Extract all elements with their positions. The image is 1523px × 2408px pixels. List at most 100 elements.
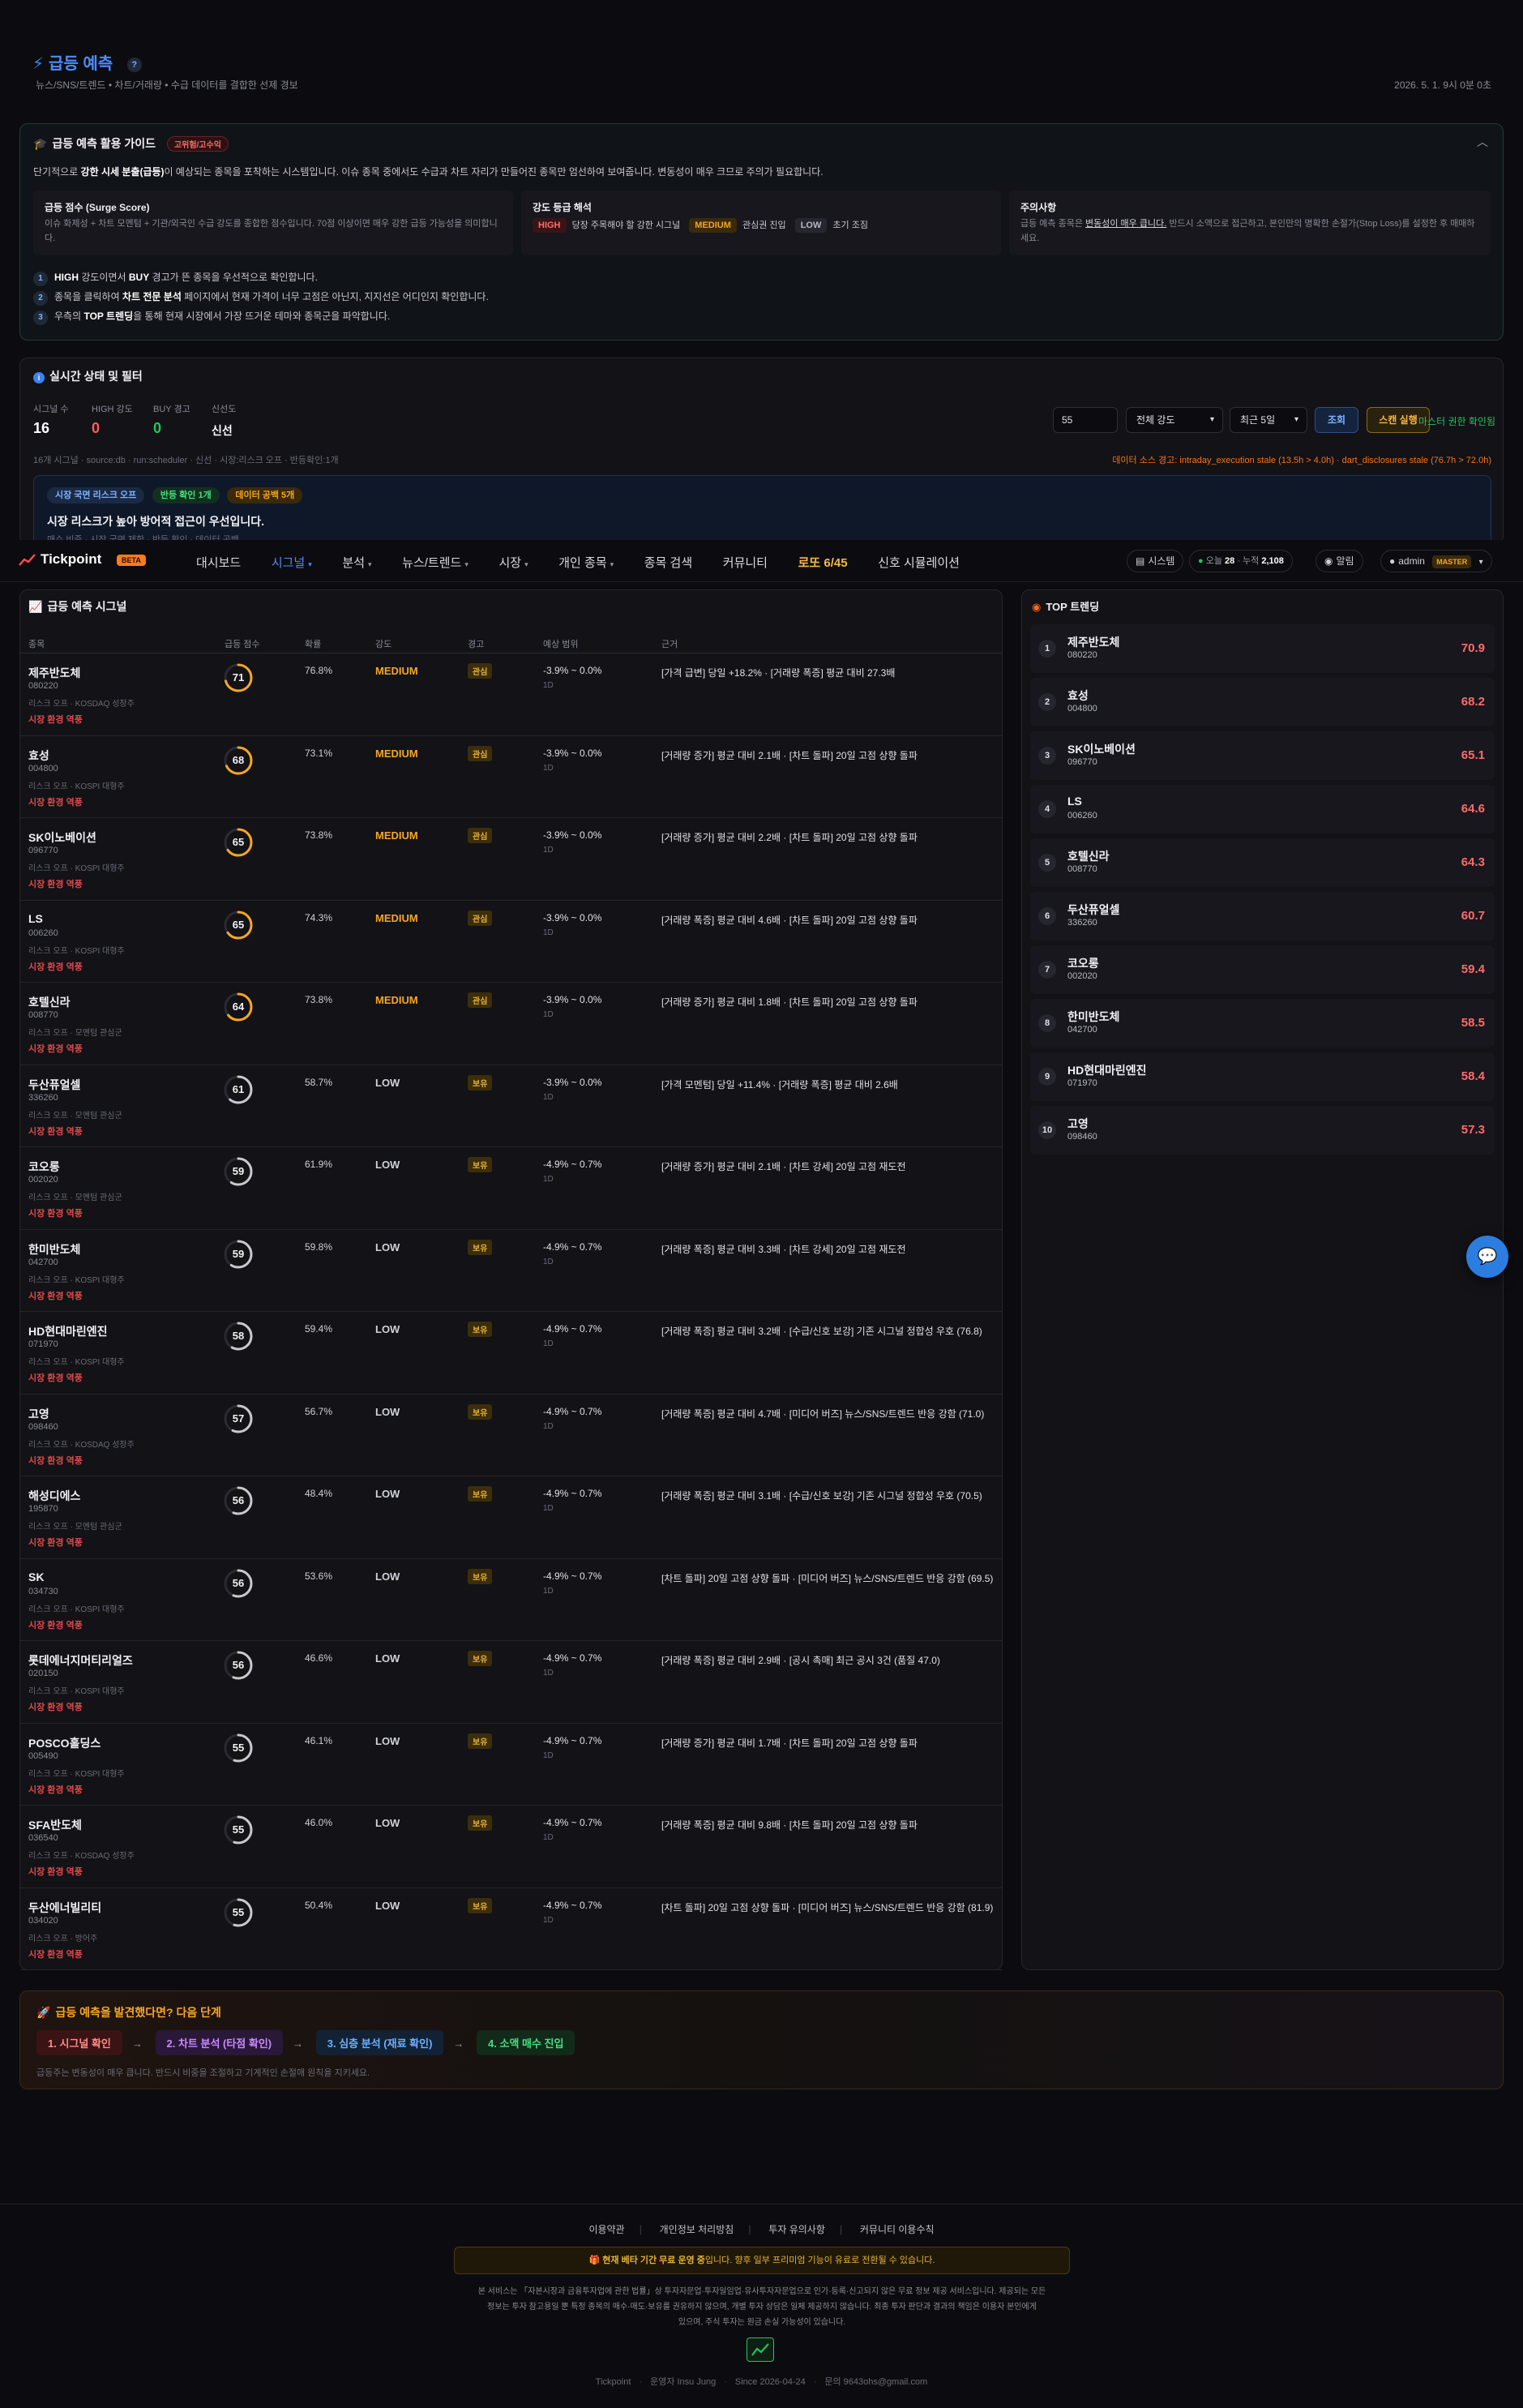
- trending-item[interactable]: 6 두산퓨얼셀 336260 60.7: [1030, 892, 1495, 940]
- stock-name[interactable]: SFA반도체: [28, 1817, 82, 1833]
- env-warning: 시장 환경 역풍: [28, 1703, 83, 1712]
- nav-stock-search[interactable]: 종목 검색: [644, 554, 692, 571]
- table-row[interactable]: POSCO홀딩스 005490 리스크 오프 · KOSPI 대형주 시장 환경 역풍…: [20, 1724, 1002, 1806]
- nav-analysis[interactable]: 분석 ▾: [342, 554, 371, 571]
- warning-badge: 관심: [468, 992, 493, 1008]
- env-warning: 시장 환경 역풍: [28, 1044, 83, 1054]
- investment-notice-link[interactable]: 투자 유의사항: [768, 2222, 825, 2236]
- alarm-button[interactable]: ◉ 알림: [1316, 550, 1363, 572]
- logo[interactable]: Tickpoint BETA: [18, 551, 146, 568]
- table-row[interactable]: 한미반도체 042700 리스크 오프 · KOSPI 대형주 시장 환경 역풍 59 5…: [20, 1230, 1002, 1312]
- surge-score: 55: [232, 1823, 245, 1836]
- master-permission-text: 마스터 권한 확인됨: [1418, 416, 1495, 427]
- expected-range: -4.9% ~ 0.7%: [543, 1899, 602, 1911]
- trending-name: 호텔신라: [1067, 850, 1110, 863]
- table-row[interactable]: 해성디에스 195870 리스크 오프 · 모멘텀 관심군 시장 환경 역풍 56 48.…: [20, 1476, 1002, 1559]
- nav-lotto[interactable]: 로또 6/45: [798, 554, 848, 571]
- stock-name[interactable]: SK: [28, 1570, 44, 1583]
- system-button[interactable]: ▤ 시스템: [1127, 550, 1184, 572]
- surge-score: 61: [232, 1082, 245, 1095]
- chart-up-icon: 📈: [28, 600, 43, 613]
- terms-link[interactable]: 이용약관: [588, 2222, 624, 2236]
- user-menu[interactable]: ● admin MASTER ▾: [1380, 550, 1492, 572]
- stock-name[interactable]: 두산에너빌리티: [28, 1900, 101, 1916]
- table-header: 종목 급등 점수 확률 강도 경고 예상 범위 근거: [20, 632, 1002, 653]
- nav-dashboard[interactable]: 대시보드: [196, 554, 241, 571]
- trending-name: 한미반도체: [1067, 1010, 1120, 1023]
- stock-name[interactable]: 두산퓨얼셀: [28, 1077, 80, 1093]
- data-source-alert: 데이터 소스 경고: intraday_execution stale (13.…: [1112, 456, 1491, 465]
- stock-name[interactable]: 코오롱: [28, 1159, 60, 1175]
- table-row[interactable]: SFA반도체 036540 리스크 오프 · KOSDAQ 성장주 시장 환경 역풍 5…: [20, 1806, 1002, 1888]
- trending-item[interactable]: 8 한미반도체 042700 58.5: [1030, 999, 1495, 1048]
- stock-name[interactable]: HD현대마린엔진: [28, 1323, 108, 1339]
- nav-personal[interactable]: 개인 종목 ▾: [558, 554, 614, 571]
- table-row[interactable]: 롯데에너지머티리얼즈 020150 리스크 오프 · KOSPI 대형주 시장 환경 …: [20, 1641, 1002, 1724]
- expected-range: -3.9% ~ 0.0%: [543, 1076, 602, 1088]
- trending-item[interactable]: 1 제주반도체 080220 70.9: [1030, 624, 1495, 673]
- expected-range: -4.9% ~ 0.7%: [543, 1734, 602, 1746]
- trending-rank: 1: [1038, 640, 1056, 658]
- period-select[interactable]: 최근 5일 ▾: [1230, 407, 1307, 433]
- stat-buy: BUY 경고 0: [153, 405, 190, 436]
- table-row[interactable]: SK이노베이션 096770 리스크 오프 · KOSPI 대형주 시장 환경 역풍 6…: [20, 818, 1002, 901]
- stock-name[interactable]: 제주반도체: [28, 665, 80, 681]
- nav-news-trend[interactable]: 뉴스/트렌드 ▾: [402, 554, 468, 571]
- nav-community[interactable]: 커뮤니티: [723, 554, 768, 571]
- risk-context: 리스크 오프 · 방어주: [28, 1934, 98, 1943]
- privacy-link[interactable]: 개인정보 처리방침: [660, 2222, 734, 2236]
- trending-name: 효성: [1067, 689, 1089, 702]
- stock-name[interactable]: 호텔신라: [28, 994, 71, 1010]
- trending-item[interactable]: 4 LS 006260 64.6: [1030, 785, 1495, 833]
- help-icon[interactable]: ?: [126, 57, 142, 72]
- trending-card: ◉ TOP 트렌딩 1 제주반도체 080220 70.9 2 효성 004800 68.2 3 S…: [1021, 589, 1504, 1970]
- strength-level: LOW: [375, 1159, 400, 1171]
- table-row[interactable]: 제주반도체 080220 리스크 오프 · KOSDAQ 성장주 시장 환경 역풍 71…: [20, 653, 1002, 736]
- trending-item[interactable]: 5 호텔신라 008770 64.3: [1030, 838, 1495, 887]
- stock-name[interactable]: 고영: [28, 1406, 49, 1422]
- surge-score-gauge: 56: [223, 1568, 254, 1599]
- guide-tip-2: 2 종목을 클릭하여 차트 전문 분석 페이지에서 현재 가격이 너무 고점은 아…: [33, 289, 489, 306]
- nav-simulation[interactable]: 신호 시뮬레이션: [878, 554, 960, 571]
- rebound-chip: 반등 확인 1개: [152, 487, 220, 503]
- strength-select[interactable]: 전체 강도 ▾: [1126, 407, 1223, 433]
- trending-item[interactable]: 3 SK이노베이션 096770 65.1: [1030, 731, 1495, 780]
- stock-name[interactable]: 한미반도체: [28, 1241, 80, 1258]
- table-row[interactable]: 두산퓨얼셀 336260 리스크 오프 · 모멘텀 관심군 시장 환경 역풍 61 58.…: [20, 1065, 1002, 1147]
- stock-code: 195870: [28, 1504, 58, 1514]
- risk-context: 리스크 오프 · KOSPI 대형주: [28, 1687, 125, 1696]
- stock-name[interactable]: 효성: [28, 748, 49, 764]
- signal-reason: [가격 급변] 당일 +18.2% · [거래량 폭증] 평균 대비 27.3배: [661, 667, 896, 679]
- query-button[interactable]: 조회: [1315, 407, 1358, 433]
- chat-fab[interactable]: 💬: [1466, 1236, 1508, 1278]
- table-row[interactable]: 호텔신라 008770 리스크 오프 · 모멘텀 관심군 시장 환경 역풍 64 73.8…: [20, 983, 1002, 1065]
- trending-item[interactable]: 9 HD현대마린엔진 071970 58.4: [1030, 1052, 1495, 1101]
- stock-name[interactable]: SK이노베이션: [28, 829, 96, 846]
- surge-score-gauge: 58: [223, 1321, 254, 1352]
- surge-score-gauge: 59: [223, 1156, 254, 1187]
- nav-signal[interactable]: 시그널 ▾: [272, 554, 312, 571]
- table-row[interactable]: SK 034730 리스크 오프 · KOSPI 대형주 시장 환경 역풍 56 53.6…: [20, 1559, 1002, 1641]
- nav-market[interactable]: 시장 ▾: [498, 554, 528, 571]
- range-period: 1D: [543, 1833, 554, 1842]
- table-row[interactable]: 두산에너빌리티 034020 리스크 오프 · 방어주 시장 환경 역풍 55 50.4%…: [20, 1888, 1002, 1970]
- status-title: i 실시간 상태 및 필터: [33, 368, 143, 384]
- table-row[interactable]: HD현대마린엔진 071970 리스크 오프 · KOSPI 대형주 시장 환경 역풍…: [20, 1312, 1002, 1395]
- trending-item[interactable]: 2 효성 004800 68.2: [1030, 678, 1495, 726]
- trending-score: 65.1: [1461, 748, 1485, 762]
- table-row[interactable]: 코오롱 002020 리스크 오프 · 모멘텀 관심군 시장 환경 역풍 59 61.9%…: [20, 1147, 1002, 1230]
- collapse-chevron-icon[interactable]: ︿: [1477, 134, 1488, 150]
- community-rules-link[interactable]: 커뮤니티 이용수칙: [860, 2222, 935, 2236]
- score-threshold-input[interactable]: [1053, 407, 1118, 433]
- trending-item[interactable]: 7 코오롱 002020 59.4: [1030, 945, 1495, 994]
- stock-name[interactable]: LS: [28, 912, 43, 925]
- next-steps-flow: 1. 시그널 확인 → 2. 차트 분석 (타점 확인) → 3. 심층 분석 (재…: [36, 2030, 575, 2055]
- stock-name[interactable]: 롯데에너지머티리얼즈: [28, 1652, 133, 1669]
- stock-name[interactable]: POSCO홀딩스: [28, 1735, 101, 1751]
- table-row[interactable]: LS 006260 리스크 오프 · KOSPI 대형주 시장 환경 역풍 65 74.3…: [20, 901, 1002, 983]
- table-row[interactable]: 고영 098460 리스크 오프 · KOSDAQ 성장주 시장 환경 역풍 57 56.…: [20, 1395, 1002, 1476]
- next-steps-card: 🚀 급등 예측을 발견했다면? 다음 단계 1. 시그널 확인 → 2. 차트 분석…: [19, 1990, 1504, 2089]
- stock-name[interactable]: 해성디에스: [28, 1488, 80, 1504]
- trending-item[interactable]: 10 고영 098460 57.3: [1030, 1106, 1495, 1155]
- table-row[interactable]: 효성 004800 리스크 오프 · KOSPI 대형주 시장 환경 역풍 68 73.1…: [20, 736, 1002, 818]
